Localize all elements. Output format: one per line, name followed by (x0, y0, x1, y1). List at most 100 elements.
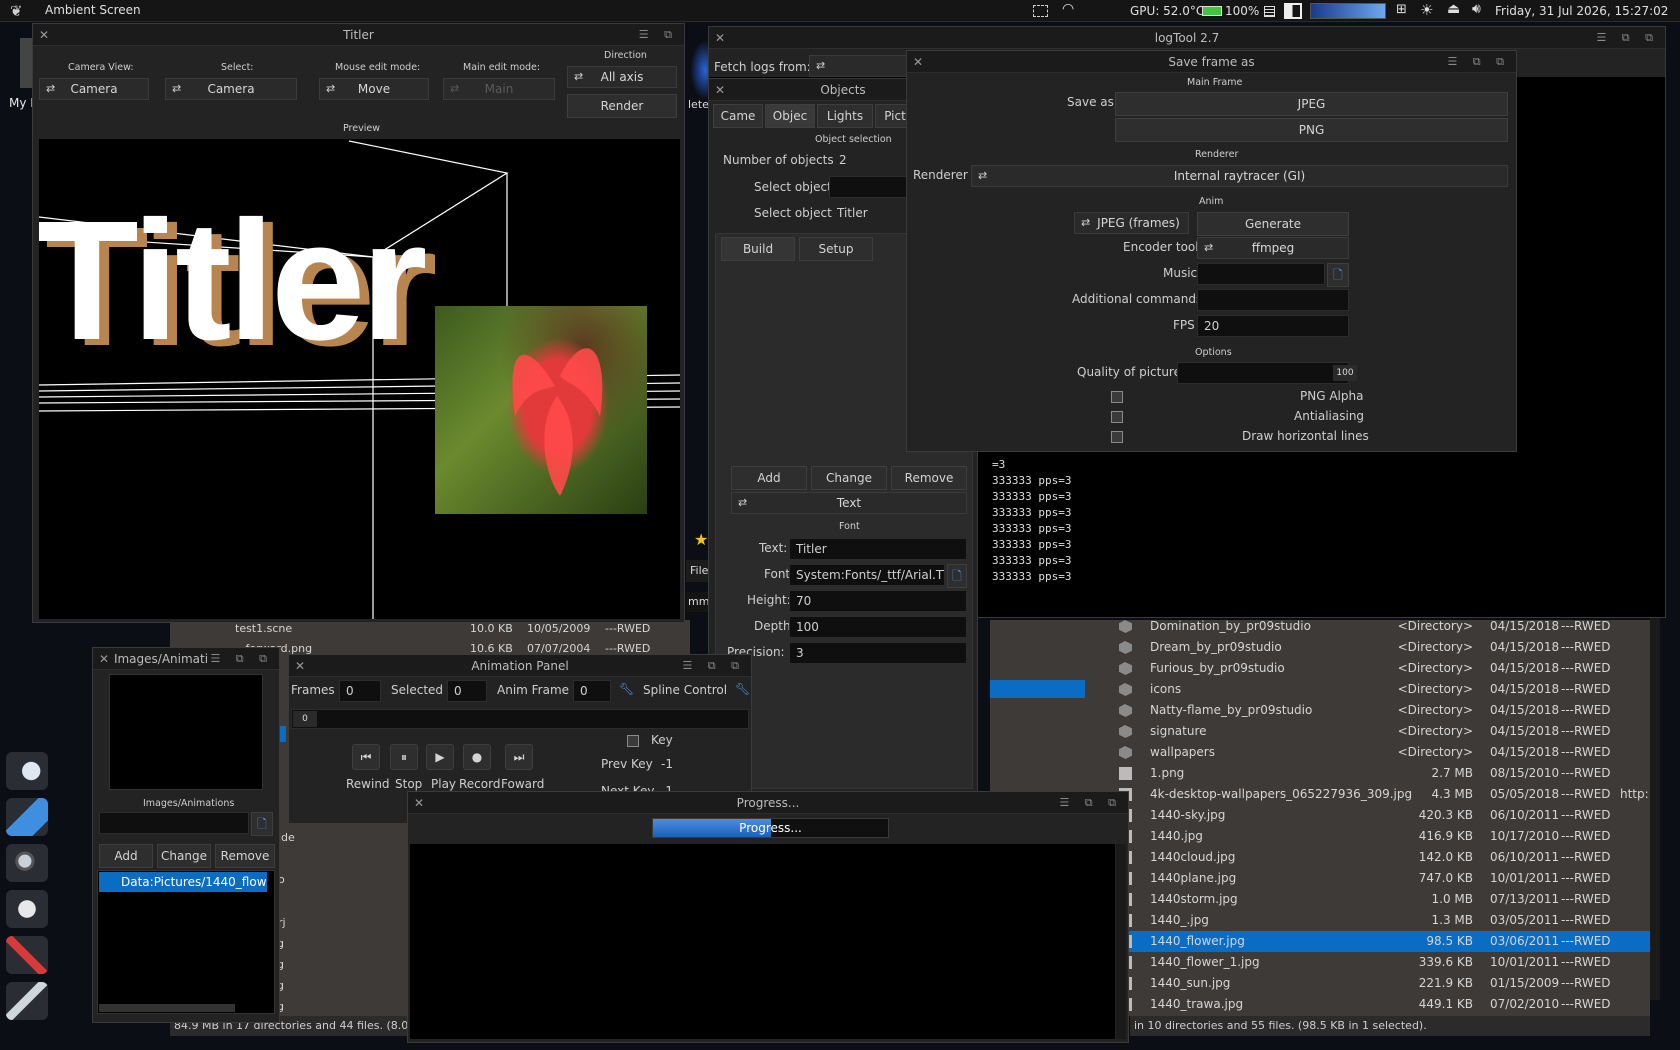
remove-object-button[interactable]: Remove (891, 466, 967, 490)
wrench-small-icon[interactable]: 🔧︎ (619, 682, 634, 696)
preview-flower-image[interactable] (435, 306, 647, 514)
additional-commands-field[interactable] (1197, 289, 1349, 311)
forward-button[interactable]: ⏭ (505, 744, 533, 770)
window-controls-icon[interactable]: ☰ ⧉ ⧉ (210, 648, 273, 670)
progress-scrollbar[interactable] (1116, 844, 1126, 1039)
images-list-item[interactable]: Data:Pictures/1440_flower.jpg (99, 872, 267, 892)
png-alpha-checkbox[interactable] (1111, 391, 1123, 403)
progress-titlebar[interactable]: ✕ Progress... ☰ ⧉ ⧉ (408, 792, 1128, 814)
window-controls-icon[interactable]: ☰ ⧉ ⧉ (1447, 51, 1510, 73)
butterfly-icon[interactable]: ❦ (10, 2, 23, 20)
file-row[interactable]: 1440storm.jpg 1.0 MB 07/13/2011 ---RWED (1095, 889, 1660, 910)
volume-icon[interactable]: 🔊︎ (1472, 1, 1481, 17)
select-object-value[interactable]: Titler (837, 206, 868, 220)
rewind-button[interactable]: ⏮ (352, 744, 380, 770)
close-icon[interactable]: ✕ (715, 27, 725, 49)
key-checkbox[interactable] (627, 735, 639, 747)
close-icon[interactable]: ✕ (913, 51, 923, 73)
save-jpeg-button[interactable]: JPEG (1115, 92, 1508, 116)
renderer-cycle[interactable]: ⇄ Internal raytracer (GI) (971, 165, 1508, 187)
file-row[interactable]: 1440-sky.jpg 420.3 KB 06/10/2011 ---RWED (1095, 805, 1660, 826)
quality-slider[interactable] (1177, 362, 1349, 384)
antialiasing-checkbox[interactable] (1111, 411, 1123, 423)
music-field[interactable] (1197, 263, 1325, 285)
add-image-button[interactable]: Add (99, 844, 153, 868)
generate-button[interactable]: Generate (1197, 212, 1349, 236)
file-row[interactable]: signature <Directory> 04/15/2018 ---RWED (1095, 721, 1660, 742)
record-button[interactable]: ● (463, 744, 491, 770)
window-controls-icon[interactable]: ☰ ⧉ ⧉ (1596, 27, 1659, 49)
wrench-small-icon-2[interactable]: 🔧︎ (735, 682, 750, 696)
preview-canvas[interactable]: Titler Titler (39, 139, 680, 619)
tab-camera[interactable]: Came (713, 104, 763, 128)
file-row[interactable]: 1440_sun.jpg 221.9 KB 01/15/2009 ---RWED (1095, 973, 1660, 994)
images-list-scrollbar[interactable] (99, 1004, 235, 1012)
window-controls-icon[interactable]: ☰ ⧉ ⧉ (1059, 792, 1122, 814)
text-field[interactable]: Titler (789, 538, 967, 560)
stop-button[interactable]: ⏸ (390, 744, 418, 770)
brush-folder-icon[interactable] (6, 798, 48, 836)
mouse-mode-cycle[interactable]: ⇄ Move (319, 78, 429, 100)
render-button[interactable]: Render (567, 94, 677, 118)
file-row[interactable]: icons <Directory> 04/15/2018 ---RWED (1095, 679, 1660, 700)
saveframe-titlebar[interactable]: ✕ Save frame as ☰ ⧉ ⧉ (907, 51, 1516, 73)
image-file-button[interactable]: 🗋︎ (251, 812, 273, 836)
tab-objects[interactable]: Objec (765, 104, 815, 128)
screen-select-icon[interactable] (1033, 5, 1048, 17)
close-icon[interactable]: ✕ (39, 24, 49, 46)
font-file-button[interactable]: 🗋︎ (947, 564, 967, 588)
window-controls-icon[interactable]: ☰ ⧉ (639, 24, 678, 46)
font-field[interactable]: System:Fonts/_ttf/Arial.TTF (789, 564, 945, 586)
close-icon[interactable]: ✕ (715, 79, 725, 101)
eject-icon[interactable]: ⏏ (1447, 1, 1460, 17)
fps-field[interactable]: 20 (1197, 315, 1349, 337)
file-row[interactable]: 1440.jpg 416.9 KB 10/17/2010 ---RWED (1095, 826, 1660, 847)
change-object-button[interactable]: Change (811, 466, 887, 490)
window-controls-icon[interactable]: ☰ ⧉ ⧉ (682, 655, 745, 677)
subtab-setup[interactable]: Setup (799, 237, 873, 261)
direction-cycle[interactable]: ⇄ All axis (567, 66, 677, 88)
file-row[interactable]: 1440_trawa.jpg 449.1 KB 07/02/2010 ---RWED (1095, 994, 1660, 1015)
anim-format-cycle[interactable]: ⇄ JPEG (frames) (1074, 212, 1189, 234)
desktop-icon-label[interactable]: My I (9, 96, 34, 110)
wifi-icon[interactable]: ◠ (1062, 1, 1074, 17)
file-row[interactable]: Furious_by_pr09studio <Directory> 04/15/20… (1095, 658, 1660, 679)
logtool-titlebar[interactable]: ✕ logTool 2.7 ☰ ⧉ ⧉ (709, 27, 1665, 49)
globe-icon[interactable] (6, 752, 48, 790)
animframe-field[interactable]: 0 (573, 680, 611, 702)
tools-icon[interactable] (6, 936, 48, 974)
magnifier-icon[interactable] (6, 844, 48, 882)
draw-lines-checkbox[interactable] (1111, 431, 1123, 443)
depth-field[interactable]: 100 (789, 616, 967, 638)
play-button[interactable]: ▶ (426, 744, 454, 770)
precision-field[interactable]: 3 (789, 642, 967, 664)
close-icon[interactable]: ✕ (99, 648, 109, 670)
file-row[interactable]: 1.png 2.7 MB 08/15/2010 ---RWED (1095, 763, 1660, 784)
tab-lights[interactable]: Lights (817, 104, 873, 128)
file-row[interactable]: Natty-flame_by_pr09studio <Directory> 04/1… (1095, 700, 1660, 721)
remove-image-button[interactable]: Remove (215, 844, 275, 868)
left-file-partial[interactable]: ide (278, 827, 295, 848)
image-path-field[interactable] (99, 812, 249, 834)
file-row[interactable]: 1440_flower_1.jpg 339.6 KB 10/01/2011 ---RW… (1095, 952, 1660, 973)
images-titlebar[interactable]: ✕ Images/Animati ☰ ⧉ ⧉ (93, 648, 279, 670)
close-icon[interactable]: ✕ (414, 792, 424, 814)
layout-icon[interactable] (1284, 3, 1302, 19)
file-row[interactable]: wallpapers <Directory> 04/15/2018 ---RWED (1095, 742, 1660, 763)
encoder-cycle[interactable]: ⇄ ffmpeg (1197, 237, 1349, 259)
music-file-button[interactable]: 🗋︎ (1327, 263, 1349, 287)
file-row[interactable]: 4k-desktop-wallpapers_065227936_309.jpg 4… (1095, 784, 1660, 805)
file-row[interactable]: 1440cloud.jpg 142.0 KB 06/10/2011 ---RWED (1095, 847, 1660, 868)
subtab-build[interactable]: Build (721, 237, 795, 261)
change-image-button[interactable]: Change (157, 844, 211, 868)
camera-view-cycle[interactable]: ⇄ Camera (39, 78, 149, 100)
brightness-icon[interactable]: ☀ (1420, 1, 1433, 19)
file-row[interactable]: 1440plane.jpg 747.0 KB 10/01/2011 ---RWED (1095, 868, 1660, 889)
file-row[interactable]: Dream_by_pr09studio <Directory> 04/15/2018… (1095, 637, 1660, 658)
timeline-slider[interactable] (291, 709, 749, 729)
height-field[interactable]: 70 (789, 590, 967, 612)
file-row[interactable]: 1440_.jpg 1.3 MB 03/05/2011 ---RWED (1095, 910, 1660, 931)
animation-titlebar[interactable]: ✕ Animation Panel ☰ ⧉ ⧉ (289, 655, 751, 677)
file-row[interactable]: 1440_flower.jpg 98.5 KB 03/06/2011 ---RWED (1095, 931, 1660, 952)
add-object-button[interactable]: Add (731, 466, 807, 490)
